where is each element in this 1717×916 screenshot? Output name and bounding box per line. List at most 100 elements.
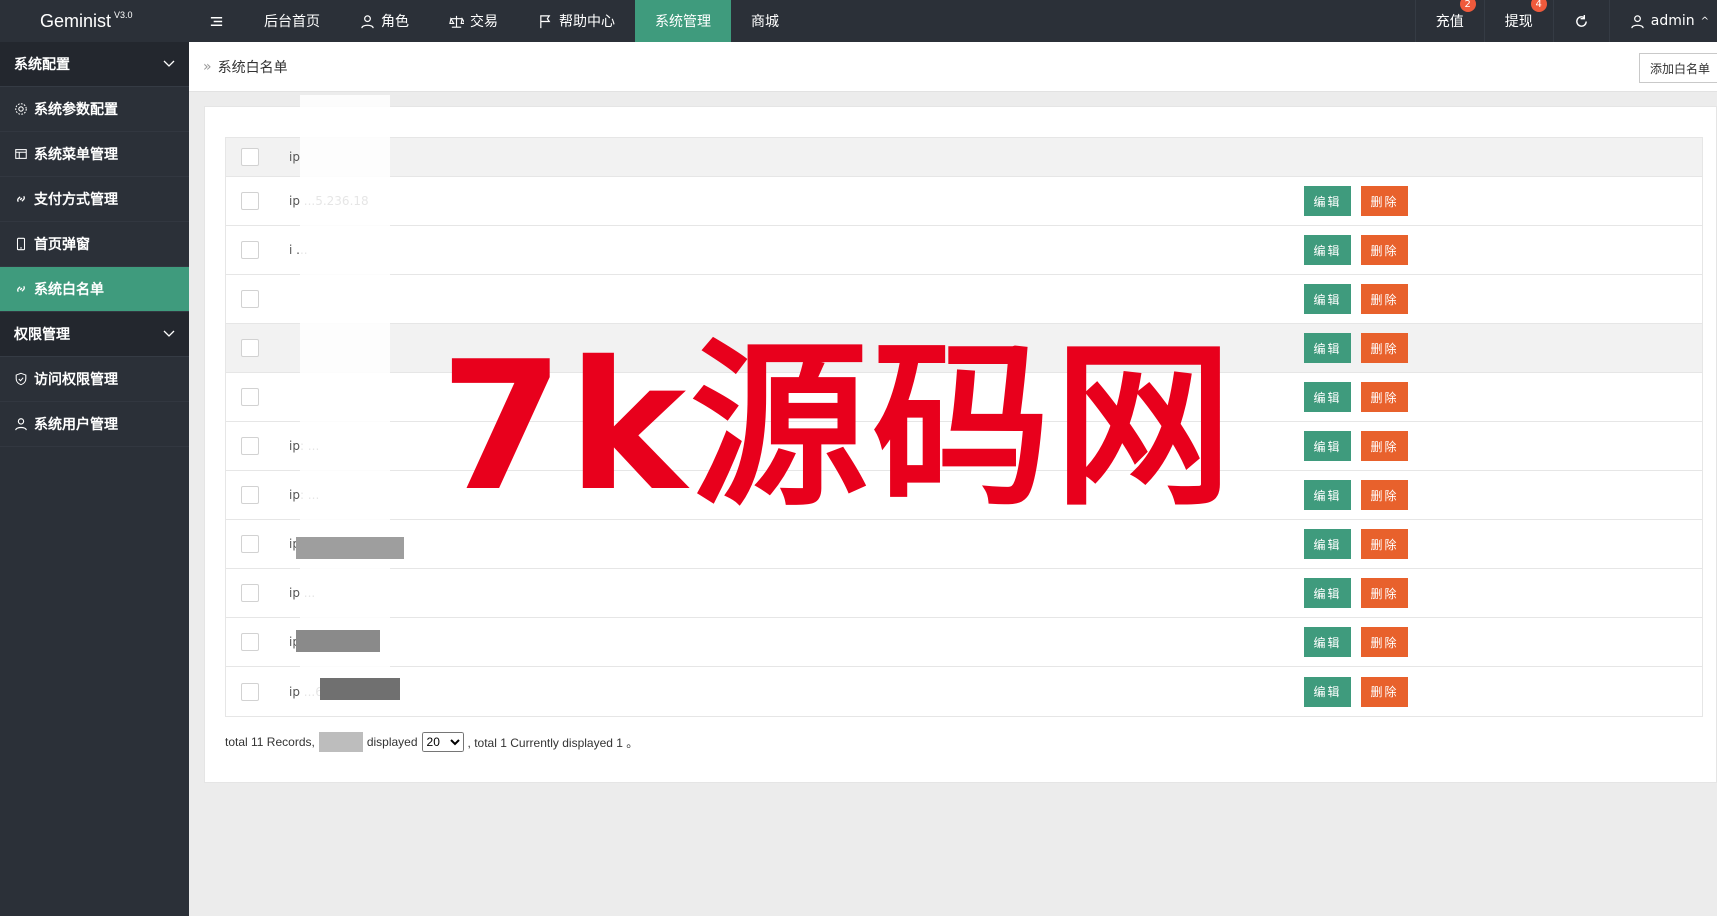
sidebar: 系统配置 系统参数配置 系统菜单管理 支付方式管理 首页弹窗 系统白名单 权限管… — [0, 42, 189, 916]
row-checkbox[interactable] — [241, 682, 259, 701]
delete-button[interactable]: 删除 — [1361, 431, 1408, 461]
row-actions: 编辑 删除 — [1304, 480, 1408, 510]
edit-button[interactable]: 编辑 — [1304, 284, 1351, 314]
delete-button[interactable]: 删除 — [1361, 578, 1408, 608]
sidebar-item-payment[interactable]: 支付方式管理 — [0, 177, 189, 222]
row-checkbox[interactable] — [241, 241, 259, 259]
row-checkbox[interactable] — [241, 584, 259, 602]
sidebar-item-whitelist[interactable]: 系统白名单 — [0, 267, 189, 312]
row-checkbox[interactable] — [241, 339, 259, 357]
row-actions: 编辑 删除 — [1304, 529, 1408, 559]
top-navbar: Geminist V3.0 后台首页 角色 交易 帮助中心 系统管理 商城 充值… — [0, 0, 1717, 42]
sidebar-group-system-config[interactable]: 系统配置 — [0, 42, 189, 87]
edit-button[interactable]: 编辑 — [1304, 382, 1351, 412]
sidebar-item-menu[interactable]: 系统菜单管理 — [0, 132, 189, 177]
nav-help[interactable]: 帮助中心 — [518, 0, 635, 42]
row-checkbox[interactable] — [241, 535, 259, 553]
row-checkbox[interactable] — [241, 290, 259, 308]
table-row: ip ...5.236.18编辑删除 — [226, 177, 1702, 226]
content-panel: ip ip ...5.236.18编辑删除i ...编辑删除编辑删除编辑删除编辑… — [204, 106, 1717, 783]
sidebar-item-access[interactable]: 访问权限管理 — [0, 357, 189, 402]
gear-icon — [15, 103, 27, 115]
redaction-overlay — [300, 95, 390, 715]
redacted-block — [318, 732, 363, 752]
main-nav: 后台首页 角色 交易 帮助中心 系统管理 商城 — [189, 0, 1415, 42]
row-actions: 编辑 删除 — [1304, 382, 1408, 412]
flag-icon — [540, 14, 551, 28]
row-actions: 编辑 删除 — [1304, 676, 1408, 707]
edit-button[interactable]: 编辑 — [1304, 676, 1351, 707]
select-all-checkbox[interactable] — [241, 148, 259, 166]
edit-button[interactable]: 编辑 — [1304, 578, 1351, 608]
withdraw-button[interactable]: 提现 4 — [1483, 0, 1553, 42]
delete-button[interactable]: 删除 — [1361, 186, 1408, 216]
user-menu[interactable]: admin ^ — [1608, 0, 1717, 42]
user-icon — [15, 418, 27, 431]
row-actions: 编辑 删除 — [1304, 333, 1408, 363]
table-icon — [15, 149, 27, 159]
row-actions: 编辑 删除 — [1304, 627, 1408, 657]
edit-button[interactable]: 编辑 — [1304, 627, 1351, 657]
row-actions: 编辑 删除 — [1304, 235, 1408, 265]
edit-button[interactable]: 编辑 — [1304, 480, 1351, 510]
row-actions: 编辑 删除 — [1304, 578, 1408, 608]
withdraw-badge: 4 — [1530, 0, 1547, 12]
column-header-ip: ip — [289, 150, 300, 164]
edit-button[interactable]: 编辑 — [1304, 235, 1351, 265]
sidebar-item-params[interactable]: 系统参数配置 — [0, 87, 189, 132]
row-checkbox[interactable] — [241, 633, 259, 651]
delete-button[interactable]: 删除 — [1361, 529, 1408, 559]
refresh-button[interactable] — [1552, 0, 1609, 42]
edit-button[interactable]: 编辑 — [1304, 333, 1351, 363]
sidebar-group-permissions[interactable]: 权限管理 — [0, 312, 189, 357]
table-row: ip: ...编辑删除 — [226, 471, 1702, 520]
delete-button[interactable]: 删除 — [1361, 333, 1408, 363]
brand-version: V3.0 — [114, 10, 133, 20]
table-row: ip: ...编辑删除 — [226, 422, 1702, 471]
add-whitelist-button[interactable]: 添加白名单 — [1638, 53, 1717, 83]
row-checkbox[interactable] — [241, 437, 259, 455]
chevron-up-icon: ^ — [1700, 15, 1709, 27]
table-row: i ... 编辑 删除 — [226, 226, 1702, 275]
brand-logo[interactable]: Geminist V3.0 — [0, 0, 189, 42]
delete-button[interactable]: 删除 — [1361, 480, 1408, 510]
chevron-down-icon — [163, 60, 175, 67]
sidebar-item-popup[interactable]: 首页弹窗 — [0, 222, 189, 267]
nav-trade[interactable]: 交易 — [429, 0, 518, 42]
breadcrumb: » 系统白名单 — [189, 57, 288, 77]
chevron-down-icon — [163, 330, 175, 337]
nav-shop[interactable]: 商城 — [731, 0, 799, 42]
edit-button[interactable]: 编辑 — [1304, 431, 1351, 461]
pages-info: , total 1 Currently displayed 1 。 — [467, 735, 639, 750]
row-checkbox[interactable] — [241, 192, 259, 210]
delete-button[interactable]: 删除 — [1361, 235, 1408, 265]
edit-button[interactable]: 编辑 — [1304, 529, 1351, 559]
nav-role[interactable]: 角色 — [340, 0, 429, 42]
table-row: ip ...编辑删除 — [226, 569, 1702, 618]
recharge-button[interactable]: 充值 2 — [1414, 0, 1484, 42]
delete-button[interactable]: 删除 — [1361, 627, 1408, 657]
recharge-badge: 2 — [1459, 0, 1476, 12]
delete-button[interactable]: 删除 — [1361, 382, 1408, 412]
row-checkbox[interactable] — [241, 486, 259, 504]
menu-icon — [210, 16, 223, 26]
delete-button[interactable]: 删除 — [1361, 284, 1408, 314]
row-actions: 编辑 删除 — [1304, 186, 1408, 216]
nav-home[interactable]: 后台首页 — [244, 0, 340, 42]
user-icon — [1631, 14, 1644, 28]
breadcrumb-current: 系统白名单 — [217, 59, 288, 76]
brand-name: Geminist — [40, 10, 112, 31]
nav-system[interactable]: 系统管理 — [635, 0, 731, 42]
row-checkbox[interactable] — [241, 388, 259, 406]
table-row: 编辑 删除 — [226, 275, 1702, 324]
scale-icon — [449, 15, 464, 28]
total-records: total 11 Records, — [225, 735, 315, 749]
edit-button[interactable]: 编辑 — [1304, 186, 1351, 216]
menu-toggle-button[interactable] — [189, 0, 244, 42]
delete-button[interactable]: 删除 — [1361, 676, 1408, 707]
refresh-icon — [1575, 14, 1587, 27]
page-size-select[interactable]: 102050 — [421, 732, 464, 752]
shield-icon — [15, 372, 27, 386]
breadcrumb-bar: » 系统白名单 添加白名单 — [189, 42, 1717, 92]
sidebar-item-users[interactable]: 系统用户管理 — [0, 402, 189, 447]
